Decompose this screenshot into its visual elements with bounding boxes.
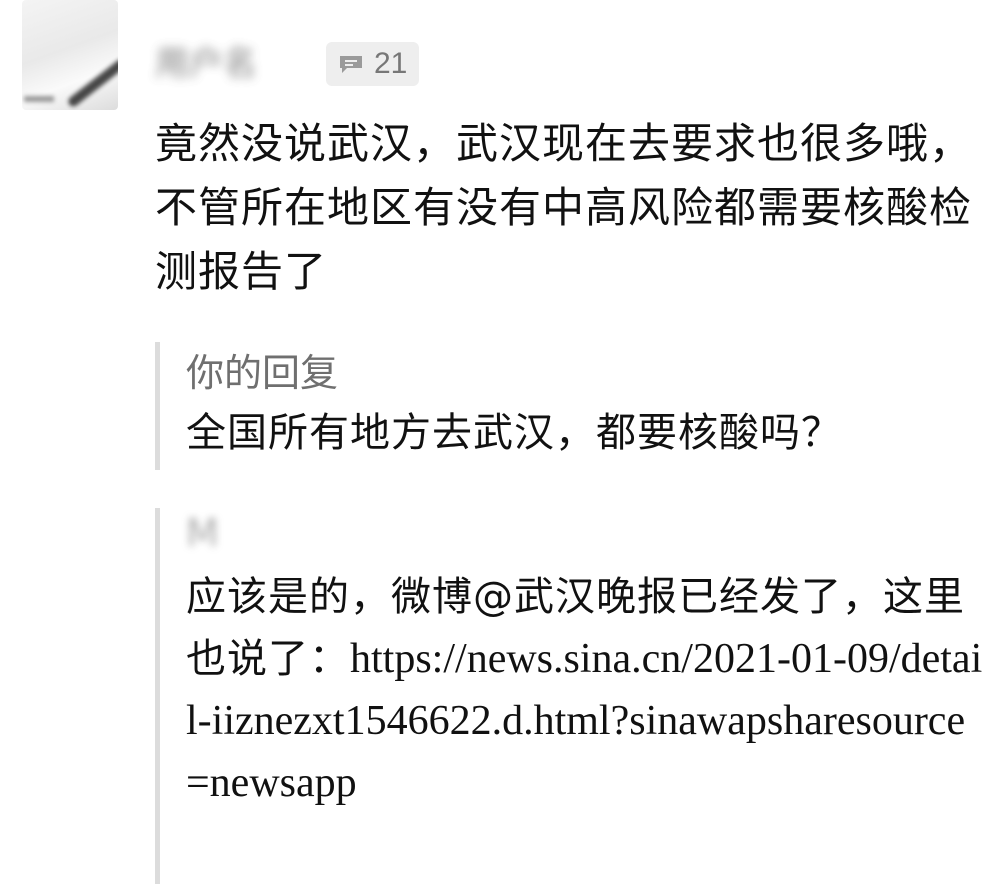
reply-body: 应该是的，微博@武汉晚报已经发了，这里也说了：https://news.sina… (186, 566, 986, 814)
comment-author-name[interactable]: 用户名 (155, 44, 315, 84)
your-reply-block: 你的回复 全国所有地方去武汉，都要核酸吗？ (155, 342, 986, 470)
reply-author-name[interactable]: M (186, 508, 306, 566)
avatar[interactable] (22, 0, 118, 110)
your-reply-text: 全国所有地方去武汉，都要核酸吗？ (186, 410, 842, 456)
comment-bubble-icon (340, 56, 362, 73)
comment-text: 竟然没说武汉，武汉现在去要求也很多哦，不管所在地区有没有中高风险都需要核酸检测报… (155, 119, 973, 296)
reply-count-badge[interactable]: 21 (326, 42, 420, 86)
author-reply-block: M 应该是的，微博@武汉晚报已经发了，这里也说了：https://news.si… (155, 508, 986, 884)
reply-count: 21 (374, 47, 408, 80)
your-reply-label: 你的回复 (186, 351, 339, 395)
